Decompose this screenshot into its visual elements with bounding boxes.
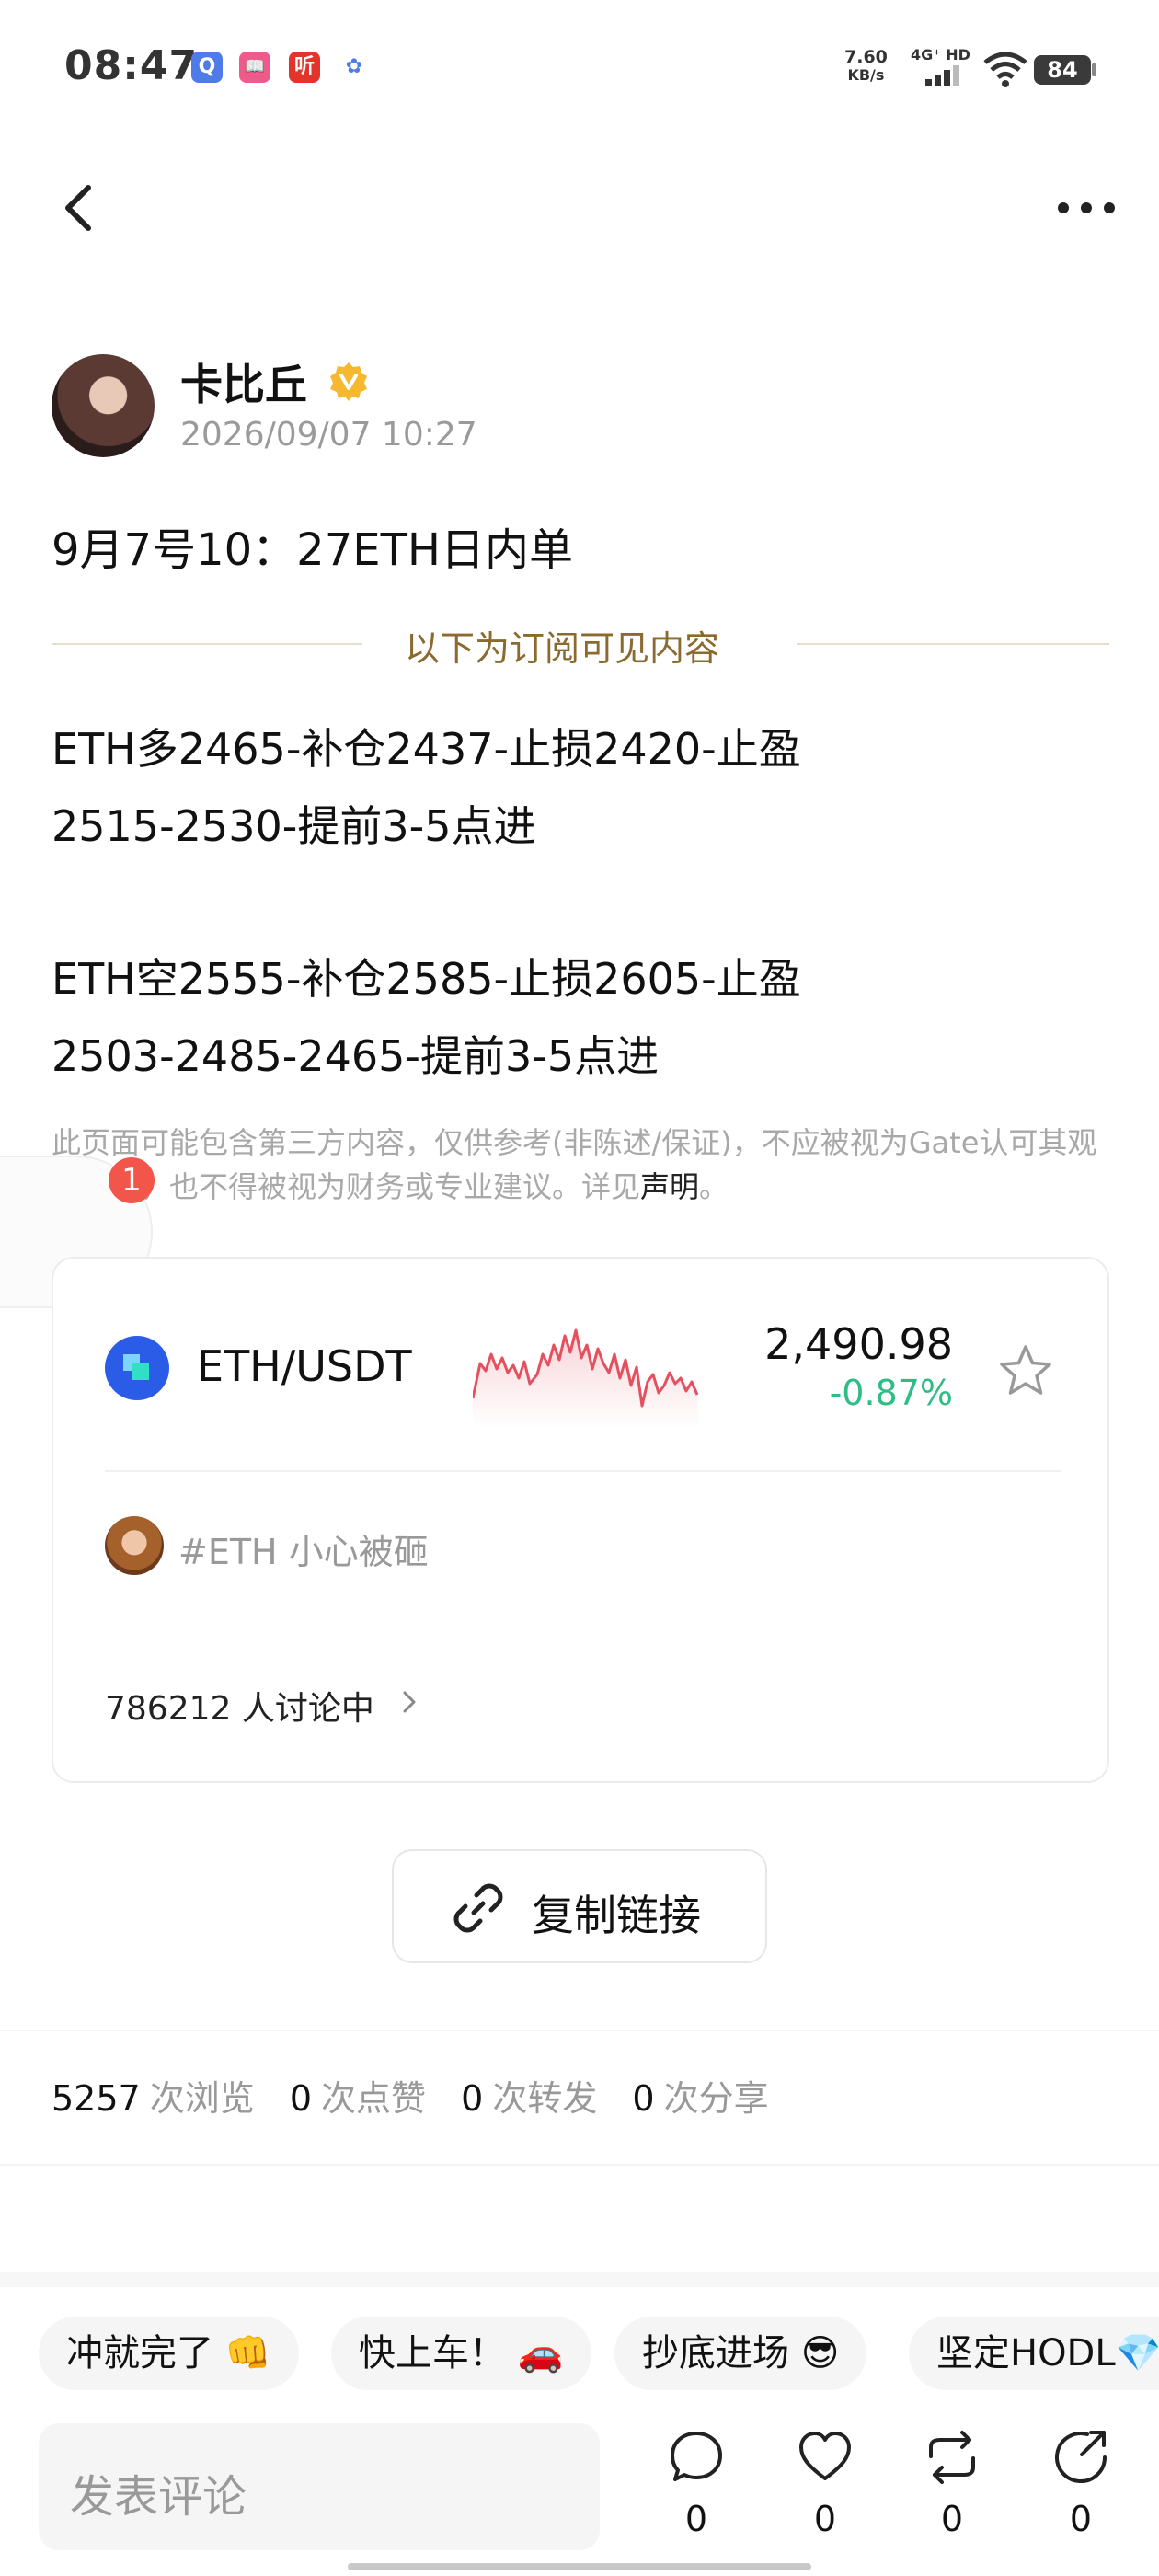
topic-tag[interactable]: #ETH 小心被砸 <box>178 1524 429 1574</box>
repost-count: 0 <box>940 2499 964 2539</box>
share-icon <box>1055 2431 1107 2484</box>
heart-icon <box>799 2432 851 2480</box>
disclaimer-text: 此页面可能包含第三方内容，仅供参考(非陈述/保证)，不应被视为Gate认可其观点… <box>52 1125 1097 1204</box>
author-avatar[interactable] <box>52 354 155 457</box>
shares-label: 次分享 <box>663 2078 769 2119</box>
section-divider <box>0 2164 1159 2166</box>
disclaimer: 此页面可能包含第三方内容，仅供参考(非陈述/保证)，不应被视为Gate认可其观点… <box>52 1121 1109 1209</box>
repost-button[interactable]: 0 <box>911 2429 993 2558</box>
divider-right <box>797 643 1109 645</box>
star-icon[interactable] <box>995 1341 1056 1402</box>
card-divider <box>105 1470 1061 1472</box>
post-timestamp: 2026/09/07 10:27 <box>180 416 477 454</box>
network-speed: 7.60 KB/s <box>844 48 888 85</box>
likes-count: 0 <box>289 2078 313 2119</box>
post-line: 2503-2485-2465-提前3-5点进 <box>52 1031 660 1081</box>
status-bar: 08:47 Q 📖 听 ✿ 7.60 KB/s 4G⁺ HD 84 <box>0 0 1159 138</box>
battery-tip <box>1092 63 1096 76</box>
like-count: 0 <box>813 2499 837 2539</box>
wifi-icon <box>983 52 1027 87</box>
quick-reply-chip[interactable]: 快上车！ 🚗 <box>331 2317 591 2390</box>
subscriber-content-label: 以下为订阅可见内容 <box>405 628 720 669</box>
likes-label: 次点赞 <box>321 2078 427 2119</box>
disclaimer-link[interactable]: 声明 <box>640 1169 699 1204</box>
copy-link-button[interactable]: 复制链接 <box>392 1849 767 1963</box>
post-title: 9月7号10：27ETH日内单 <box>52 524 573 576</box>
price-value: 2,490.98 <box>764 1319 953 1369</box>
share-button[interactable]: 0 <box>1039 2429 1122 2558</box>
comment-count: 0 <box>684 2499 708 2539</box>
price-sparkline <box>473 1328 699 1428</box>
quick-reply-chip[interactable]: 冲就完了 👊 <box>39 2317 299 2390</box>
author-name[interactable]: 卡比丘 <box>180 351 307 412</box>
reposts-count: 0 <box>461 2078 484 2119</box>
post-body: ETH多2465-补仓2437-止损2420-止盈 2515-2530-提前3-… <box>52 710 1119 865</box>
chevron-right-icon <box>403 1691 416 1713</box>
post-line: ETH空2555-补仓2585-止损2605-止盈 <box>52 954 801 1004</box>
views-label: 次浏览 <box>149 2078 255 2119</box>
comment-icon <box>671 2432 722 2481</box>
comment-placeholder: 发表评论 <box>70 2471 247 2523</box>
status-time: 08:47 <box>64 42 199 89</box>
network-speed-unit: KB/s <box>847 66 885 84</box>
comment-input[interactable]: 发表评论 <box>39 2423 600 2550</box>
coin-icon-square <box>132 1363 149 1380</box>
network-speed-value: 7.60 <box>844 47 888 67</box>
share-count: 0 <box>1069 2499 1093 2539</box>
copy-link-label: 复制链接 <box>532 1891 701 1940</box>
battery-indicator: 84 <box>1034 55 1091 85</box>
topic-avatar <box>105 1516 164 1575</box>
home-indicator[interactable] <box>348 2563 811 2570</box>
quick-reply-chip[interactable]: 坚定HODL💎 <box>909 2317 1159 2390</box>
back-button[interactable] <box>55 175 101 239</box>
app-notification-icon: Q <box>191 52 223 83</box>
verified-badge-icon <box>330 362 367 401</box>
app-notification-icon: ✿ <box>339 52 370 83</box>
shares-count: 0 <box>632 2078 655 2119</box>
eth-coin-icon <box>105 1336 169 1400</box>
market-card[interactable]: ETH/USDT 2,490.98 -0.87% #ETH 小心被砸 78621… <box>52 1257 1109 1783</box>
app-notification-icon: 📖 <box>239 52 270 83</box>
trading-pair[interactable]: ETH/USDT <box>197 1341 412 1391</box>
notification-badge: 1 <box>109 1157 155 1203</box>
app-notification-icon: 听 <box>289 52 320 83</box>
disclaimer-end: 。 <box>699 1169 729 1204</box>
quick-reply-chip[interactable]: 抄底进场 😎 <box>614 2317 867 2390</box>
bottom-separator <box>0 2272 1159 2287</box>
discussion-count[interactable]: 786212 人讨论中 <box>105 1682 374 1730</box>
network-type: 4G⁺ HD <box>911 46 970 63</box>
post-stats: 5257 次浏览 0 次点赞 0 次转发 0 次分享 <box>52 2070 793 2121</box>
reposts-label: 次转发 <box>492 2078 598 2119</box>
like-button[interactable]: 0 <box>784 2429 866 2558</box>
section-divider <box>0 2030 1159 2031</box>
post-body: ETH空2555-补仓2585-止损2605-止盈 2503-2485-2465… <box>52 940 1119 1095</box>
more-options-button[interactable] <box>1054 190 1119 226</box>
price-change: -0.87% <box>829 1373 953 1413</box>
link-icon <box>453 1883 503 1933</box>
comment-button[interactable]: 0 <box>655 2429 738 2558</box>
repost-icon <box>929 2431 975 2484</box>
views-count: 5257 <box>52 2078 141 2119</box>
post-line: 2515-2530-提前3-5点进 <box>52 801 536 851</box>
signal-icon <box>925 65 959 86</box>
divider-left <box>52 643 362 645</box>
post-line: ETH多2465-补仓2437-止损2420-止盈 <box>52 724 801 774</box>
